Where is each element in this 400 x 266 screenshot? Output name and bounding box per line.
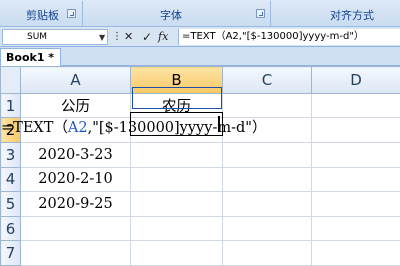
ribbon-separator xyxy=(270,1,271,26)
row-header-5[interactable]: 5 xyxy=(0,191,21,217)
cell-b4[interactable] xyxy=(130,166,223,193)
cell-d5[interactable] xyxy=(311,191,400,217)
cell-d7[interactable] xyxy=(311,240,400,266)
cell-c7[interactable] xyxy=(222,240,312,266)
workbook-tab-bar: Book1 * xyxy=(0,47,400,66)
cell-a7[interactable] xyxy=(20,240,131,266)
cell-a1[interactable]: 公历 xyxy=(20,92,131,119)
ribbon: 剪贴板 字体 对齐方式 xyxy=(0,0,400,27)
column-header-d[interactable]: D xyxy=(311,66,400,94)
cell-c6[interactable] xyxy=(222,215,312,242)
text-cursor xyxy=(218,116,220,132)
font-group-label: 字体 xyxy=(160,9,182,22)
edit-formula-suffix: ,"[$-130000]yyyy-m-d"） xyxy=(87,120,267,136)
row-header-1[interactable]: 1 xyxy=(0,92,21,119)
cell-d4[interactable] xyxy=(311,166,400,193)
cell-d2[interactable] xyxy=(311,117,400,143)
cell-a6[interactable] xyxy=(20,215,131,242)
row-header-3[interactable]: 3 xyxy=(0,141,21,168)
edit-formula-ref: A2 xyxy=(67,120,88,136)
workbook-tab[interactable]: Book1 * xyxy=(0,48,62,66)
name-box[interactable]: SUM ▼ xyxy=(2,29,108,45)
cell-a3[interactable]: 2020-3-23 xyxy=(20,141,131,168)
cell-b5[interactable] xyxy=(130,191,223,217)
cell-edit-text[interactable]: =TEXT（A2,"[$-130000]yyyy-m-d"） xyxy=(1,116,266,137)
row-header-4[interactable]: 4 xyxy=(0,166,21,193)
cell-b7[interactable] xyxy=(130,240,223,266)
select-all-corner[interactable] xyxy=(0,66,21,94)
clipboard-dialog-launcher-icon[interactable] xyxy=(67,9,76,18)
cell-d1[interactable] xyxy=(311,92,400,119)
column-header-a[interactable]: A xyxy=(20,66,131,94)
cell-c5[interactable] xyxy=(222,191,312,217)
cell-d6[interactable] xyxy=(311,215,400,242)
formula-reference-highlight xyxy=(132,87,222,109)
column-header-c[interactable]: C xyxy=(222,66,312,94)
cell-b6[interactable] xyxy=(130,215,223,242)
cancel-formula-icon[interactable]: ✕ xyxy=(124,30,133,44)
alignment-group-label: 对齐方式 xyxy=(330,9,374,22)
cell-d3[interactable] xyxy=(311,141,400,168)
clipboard-group-label: 剪贴板 xyxy=(26,9,59,22)
ribbon-separator xyxy=(82,1,83,26)
edit-formula-prefix: =TEXT（ xyxy=(1,120,68,136)
cell-c3[interactable] xyxy=(222,141,312,168)
cell-a4[interactable]: 2020-2-10 xyxy=(20,166,131,193)
cell-a5[interactable]: 2020-9-25 xyxy=(20,191,131,217)
row-header-7[interactable]: 7 xyxy=(0,240,21,266)
formula-input[interactable]: =TEXT（A2,"[$-130000]yyyy-m-d"） xyxy=(178,29,400,45)
chevron-down-icon[interactable]: ▼ xyxy=(99,31,105,45)
insert-function-icon[interactable]: fx xyxy=(158,30,168,44)
row-header-6[interactable]: 6 xyxy=(0,215,21,242)
formula-bar-resize-icon[interactable]: ⋮ xyxy=(112,30,122,44)
cell-c4[interactable] xyxy=(222,166,312,193)
enter-formula-icon[interactable]: ✓ xyxy=(142,30,152,44)
cell-b3[interactable] xyxy=(130,141,223,168)
font-dialog-launcher-icon[interactable] xyxy=(256,9,265,18)
name-box-value: SUM xyxy=(27,32,48,42)
cell-c1[interactable] xyxy=(222,92,312,119)
formula-bar: SUM ▼ ⋮ ✕ ✓ fx =TEXT（A2,"[$-130000]yyyy-… xyxy=(0,27,400,47)
